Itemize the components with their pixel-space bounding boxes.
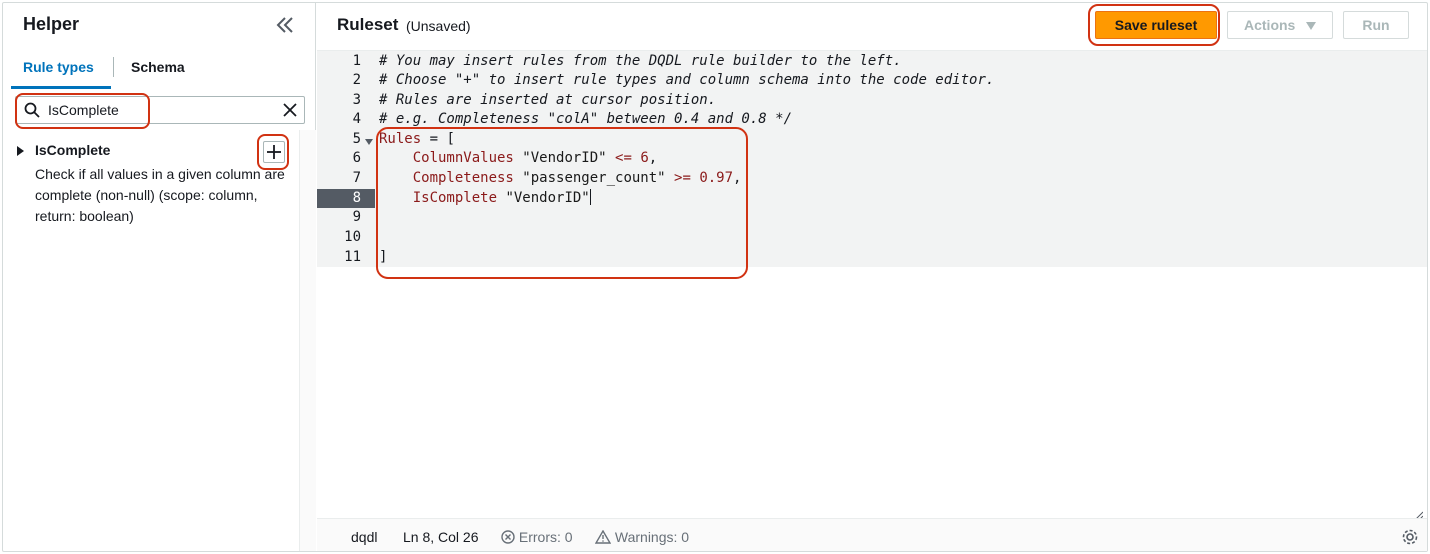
keyword-rules: Rules — [379, 131, 422, 147]
cursor-position: Ln 8, Col 26 — [403, 529, 479, 545]
number-literal: 0.97 — [699, 170, 734, 186]
search-icon — [24, 102, 40, 118]
text-cursor — [589, 189, 591, 205]
line-number: 3 — [352, 92, 361, 108]
number-literal: 6 — [640, 150, 649, 166]
actions-label: Actions — [1244, 17, 1296, 33]
line-number: 4 — [352, 111, 361, 127]
resize-handle-icon[interactable] — [1413, 507, 1424, 521]
tab-schema[interactable]: Schema — [131, 59, 185, 75]
operator: >= — [665, 170, 700, 186]
collapse-panel-icon[interactable] — [273, 13, 297, 37]
line-number: 6 — [352, 150, 361, 166]
rule-type-list: IsComplete Check if all values in a give… — [3, 130, 299, 551]
line-number: 2 — [352, 72, 361, 88]
glue-dq-ruleset-editor: Helper Rule types Schema IsComplete IsCo… — [2, 2, 1428, 552]
ruleset-panel: Ruleset (Unsaved) Save ruleset Actions R… — [317, 3, 1427, 551]
rule-search-box — [15, 96, 305, 124]
tab-divider — [113, 57, 114, 77]
language-mode: dqdl — [351, 529, 378, 545]
run-button[interactable]: Run — [1343, 11, 1409, 39]
warnings-count[interactable]: Warnings: 0 — [594, 529, 690, 545]
code-line-8: IsComplete "VendorID" — [379, 189, 591, 208]
rule-type-name[interactable]: IsComplete — [35, 142, 110, 158]
editor-status-bar: dqdl Ln 8, Col 26 Errors: 0 Warnings: 0 — [317, 518, 1427, 551]
code-line-4: # e.g. Completeness "colA" between 0.4 a… — [379, 111, 793, 127]
line-number: 11 — [344, 249, 361, 265]
line-number: 1 — [352, 53, 361, 69]
helper-tabs: Rule types Schema — [3, 53, 316, 89]
clear-search-icon[interactable] — [282, 102, 298, 118]
code-line-3: # Rules are inserted at cursor position. — [379, 92, 717, 108]
list-scrollbar[interactable] — [299, 130, 316, 551]
warning-icon — [594, 529, 612, 544]
code-line-1: # You may insert rules from the DQDL rul… — [379, 53, 902, 69]
rule-keyword: IsComplete — [379, 190, 506, 206]
line-number: 10 — [344, 229, 361, 245]
code-line-5: Rules = [ — [379, 130, 455, 149]
rule-keyword: ColumnValues — [379, 150, 523, 166]
error-icon — [501, 530, 515, 544]
ruleset-title: Ruleset — [337, 15, 399, 34]
line-number: 8 — [317, 189, 375, 208]
save-ruleset-button[interactable]: Save ruleset — [1095, 11, 1217, 39]
fold-caret-icon[interactable] — [365, 139, 373, 145]
code-line-7: Completeness "passenger_count" >= 0.97, — [379, 169, 742, 188]
caret-down-icon — [1306, 22, 1316, 30]
unsaved-status: (Unsaved) — [406, 18, 471, 34]
line-number: 7 — [352, 170, 361, 186]
code-punct: , — [648, 150, 658, 166]
code-punct: , — [733, 170, 742, 186]
insert-rule-button[interactable] — [263, 141, 285, 163]
string-literal: "VendorID" — [505, 190, 590, 206]
code-punct: = [ — [421, 131, 455, 147]
expand-caret-icon[interactable] — [17, 146, 24, 156]
gear-icon[interactable] — [1401, 528, 1419, 546]
code-line-2: # Choose "+" to insert rule types and co… — [379, 72, 995, 88]
string-literal: "VendorID" — [522, 150, 607, 166]
helper-panel: Helper Rule types Schema IsComplete IsCo… — [3, 3, 316, 551]
tab-rule-types[interactable]: Rule types — [23, 59, 94, 75]
line-number-gutter: 1 2 3 4 5 6 7 8 9 10 11 — [317, 51, 375, 267]
rule-keyword: Completeness — [379, 170, 523, 186]
errors-count[interactable]: Errors: 0 — [501, 529, 573, 545]
search-input[interactable] — [48, 101, 268, 119]
code-line-11: ] — [379, 249, 388, 265]
code-line-6: ColumnValues "VendorID" <= 6, — [379, 149, 657, 168]
warnings-label: Warnings: 0 — [614, 529, 690, 545]
actions-dropdown[interactable]: Actions — [1227, 11, 1333, 39]
line-number: 9 — [352, 209, 361, 225]
operator: <= — [606, 150, 641, 166]
code-editor[interactable]: 1 2 3 4 5 6 7 8 9 10 11 # You may insert rules fro… — [317, 50, 1427, 521]
errors-label: Errors: 0 — [518, 529, 573, 545]
string-literal: "passenger_count" — [522, 170, 666, 186]
rule-type-description: Check if all values in a given column ar… — [35, 166, 285, 224]
helper-title: Helper — [23, 14, 80, 34]
active-tab-indicator — [11, 86, 111, 89]
